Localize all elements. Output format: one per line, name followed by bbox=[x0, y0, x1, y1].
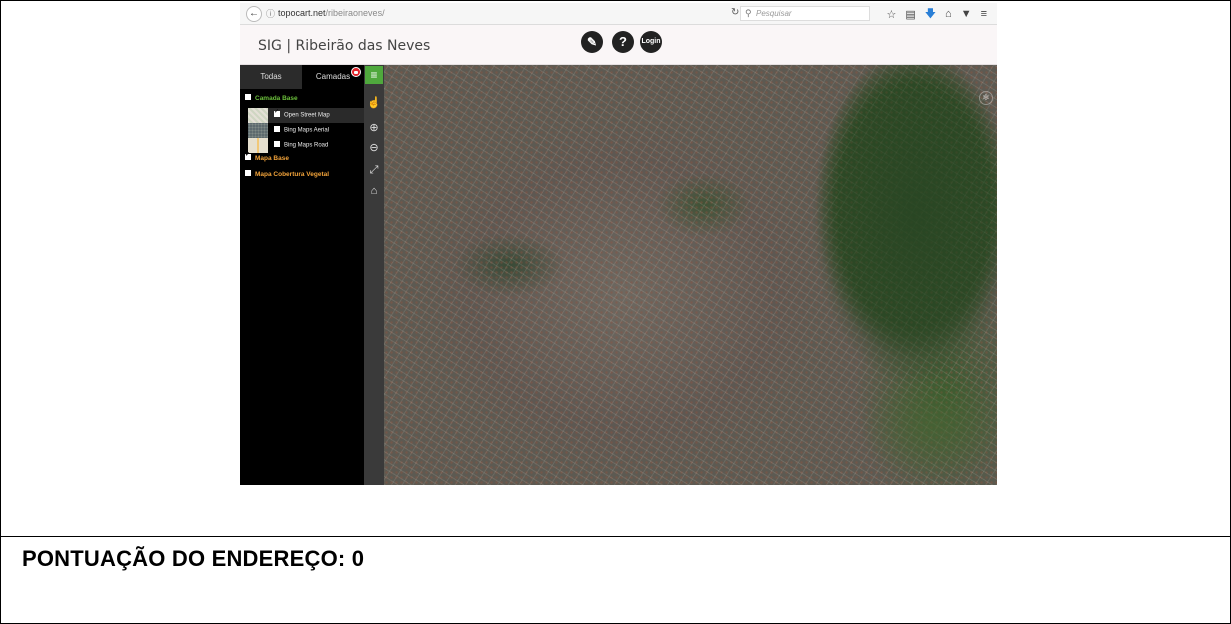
base-layer-checkbox[interactable] bbox=[274, 141, 280, 147]
zoom-out-icon[interactable]: ⊖ bbox=[366, 140, 382, 156]
aerial-map[interactable]: ✻ bbox=[384, 65, 997, 485]
url-host: topocart.net bbox=[278, 8, 326, 18]
table-divider bbox=[0, 536, 1231, 537]
layer-group-label: Camada Base bbox=[255, 95, 298, 102]
download-icon[interactable]: 🡇 bbox=[925, 5, 936, 24]
pointer-icon[interactable]: ☝ bbox=[366, 95, 382, 111]
reading-list-icon[interactable]: ▤ bbox=[905, 8, 915, 21]
home-icon[interactable]: ⌂ bbox=[366, 183, 382, 199]
app-title: SIG | Ribeirão das Neves bbox=[258, 38, 431, 54]
zoom-in-icon[interactable]: ⊕ bbox=[366, 120, 382, 136]
base-layer-label: Bing Maps Road bbox=[284, 142, 329, 149]
panel-tabs: Todas Camadas bbox=[240, 65, 364, 89]
url-path: /ribeiraoneves/ bbox=[325, 8, 385, 18]
map-toolbar: ≡ ☝ ⊕ ⊖ ⤢ ⌂ bbox=[364, 65, 384, 485]
fullscreen-icon[interactable]: ⤢ bbox=[366, 162, 382, 178]
base-layer-item[interactable]: Open Street Map bbox=[248, 108, 364, 123]
back-arrow-icon[interactable]: ← bbox=[246, 6, 262, 22]
app-header: SIG | Ribeirão das Neves ✎ ? Login bbox=[240, 25, 997, 65]
layer-group-label: Mapa Base bbox=[255, 155, 289, 162]
base-layer-label: Bing Maps Aerial bbox=[284, 127, 330, 134]
layers-panel: Todas Camadas Camada Base Open Street Ma… bbox=[240, 65, 364, 485]
road-thumbnail bbox=[248, 138, 268, 153]
layer-checkbox[interactable] bbox=[245, 151, 251, 161]
layer-checkbox[interactable] bbox=[245, 94, 251, 101]
layer-group-label: Mapa Cobertura Vegetal bbox=[255, 171, 330, 178]
search-placeholder: Pesquisar bbox=[756, 9, 792, 18]
menu-icon[interactable]: ≡ bbox=[365, 66, 383, 84]
browser-screenshot: ← ⓘ topocart.net/ribeiraoneves/ ↻ ⚲ Pesq… bbox=[240, 3, 997, 485]
home-icon[interactable]: ⌂ bbox=[945, 8, 952, 20]
base-layer-checkbox[interactable] bbox=[274, 108, 280, 117]
base-layer-item[interactable]: Bing Maps Aerial bbox=[248, 123, 364, 138]
browser-toolbar: ← ⓘ topocart.net/ribeiraoneves/ ↻ ⚲ Pesq… bbox=[240, 3, 997, 25]
search-input[interactable]: ⚲ Pesquisar bbox=[740, 6, 870, 21]
draw-tool-button[interactable]: ✎ bbox=[581, 31, 603, 53]
aerial-thumbnail bbox=[248, 123, 268, 138]
pocket-icon[interactable]: ▼ bbox=[961, 8, 972, 20]
lock-icon[interactable] bbox=[351, 67, 361, 77]
login-button[interactable]: Login bbox=[640, 31, 662, 53]
osm-thumbnail bbox=[248, 108, 268, 123]
layer-group-mapa-base[interactable]: Mapa Base bbox=[245, 151, 289, 162]
reload-icon[interactable]: ↻ bbox=[731, 7, 739, 18]
search-icon: ⚲ bbox=[745, 8, 752, 18]
bookmark-star-icon[interactable]: ☆ bbox=[886, 8, 896, 21]
base-layer-checkbox[interactable] bbox=[274, 126, 280, 132]
layer-checkbox[interactable] bbox=[245, 170, 251, 177]
info-icon[interactable]: ⓘ bbox=[266, 7, 275, 20]
help-button[interactable]: ? bbox=[612, 31, 634, 53]
pencil-off-icon: ✎ bbox=[586, 35, 598, 49]
address-score: PONTUAÇÃO DO ENDEREÇO: 0 bbox=[22, 546, 365, 571]
compass-icon[interactable]: ✻ bbox=[979, 91, 993, 105]
browser-icons: ☆ ▤ 🡇 ⌂ ▼ ≡ bbox=[886, 6, 987, 22]
menu-icon[interactable]: ≡ bbox=[981, 8, 987, 20]
layer-group-cobertura-vegetal[interactable]: Mapa Cobertura Vegetal bbox=[245, 170, 330, 178]
layer-group-camada-base[interactable]: Camada Base bbox=[245, 94, 298, 102]
base-layer-item[interactable]: Bing Maps Road bbox=[248, 138, 364, 153]
base-layer-label: Open Street Map bbox=[284, 112, 330, 119]
tab-todas[interactable]: Todas bbox=[240, 65, 302, 89]
address-bar[interactable]: topocart.net/ribeiraoneves/ bbox=[278, 8, 385, 18]
